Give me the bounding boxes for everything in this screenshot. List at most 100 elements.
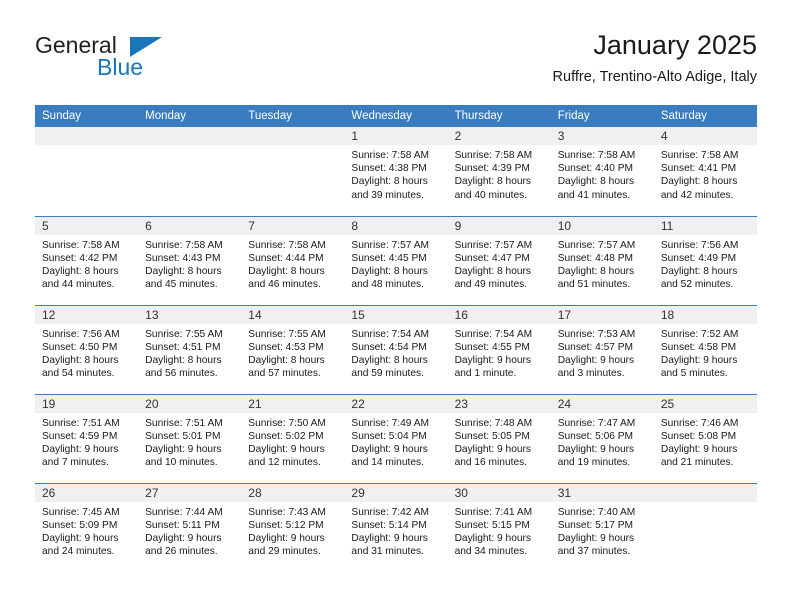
daylight-text-line1: Daylight: 9 hours <box>660 443 738 455</box>
day-cell[interactable]: 6 Sunrise: 7:58 AM Sunset: 4:43 PM Daylight… <box>138 215 242 305</box>
day-number: 17 <box>550 305 654 324</box>
sunrise-text: Sunrise: 7:56 AM <box>660 239 739 251</box>
sunrise-text: Sunrise: 7:43 AM <box>248 506 326 518</box>
calendar-body: 1 Sunrise: 7:58 AM Sunset: 4:38 PM Daylight… <box>35 127 757 572</box>
day-number: 11 <box>653 216 757 235</box>
weekday-header-wednesday: Wednesday <box>344 105 448 127</box>
day-cell[interactable]: 24 Sunrise: 7:47 AM Sunset: 5:06 PM Dayligh… <box>550 393 654 483</box>
sunset-text: Sunset: 5:04 PM <box>351 430 427 442</box>
weekday-header-tuesday: Tuesday <box>241 105 345 127</box>
sunset-text: Sunset: 5:15 PM <box>454 519 530 531</box>
daylight-text-line2: and 42 minutes. <box>660 189 734 201</box>
day-number: 27 <box>138 483 242 502</box>
day-cell[interactable]: 25 Sunrise: 7:46 AM Sunset: 5:08 PM Dayligh… <box>653 393 757 483</box>
day-cell[interactable]: 16 Sunrise: 7:54 AM Sunset: 4:55 PM Dayligh… <box>447 304 551 394</box>
day-details: Sunrise: 7:45 AM Sunset: 5:09 PM Daylight:… <box>35 502 138 559</box>
day-number: 18 <box>653 305 757 324</box>
day-number: 7 <box>241 216 345 235</box>
calendar-week-row: 1 Sunrise: 7:58 AM Sunset: 4:38 PM Daylight… <box>35 127 757 216</box>
day-cell[interactable]: 11 Sunrise: 7:56 AM Sunset: 4:49 PM Dayligh… <box>653 215 757 305</box>
sunset-text: Sunset: 5:06 PM <box>557 430 634 442</box>
daylight-text-line2: and 56 minutes. <box>145 368 218 380</box>
sunset-text: Sunset: 4:48 PM <box>557 252 634 264</box>
sunrise-text: Sunrise: 7:50 AM <box>248 417 326 429</box>
day-cell[interactable]: 26 Sunrise: 7:45 AM Sunset: 5:09 PM Dayligh… <box>35 482 139 572</box>
day-details: Sunrise: 7:51 AM Sunset: 5:01 PM Daylight:… <box>138 413 241 470</box>
sunrise-text: Sunrise: 7:58 AM <box>454 150 533 161</box>
weekday-header-sunday: Sunday <box>35 105 139 127</box>
day-cell[interactable]: 29 Sunrise: 7:42 AM Sunset: 5:14 PM Dayligh… <box>344 482 448 572</box>
day-cell[interactable]: 9 Sunrise: 7:57 AM Sunset: 4:47 PM Daylight… <box>447 215 551 305</box>
day-cell[interactable]: 14 Sunrise: 7:55 AM Sunset: 4:53 PM Dayligh… <box>241 304 345 394</box>
sunrise-text: Sunrise: 7:55 AM <box>145 328 223 340</box>
daylight-text-line1: Daylight: 8 hours <box>42 265 119 277</box>
day-cell[interactable]: 28 Sunrise: 7:43 AM Sunset: 5:12 PM Dayligh… <box>241 482 345 572</box>
daylight-text-line1: Daylight: 9 hours <box>557 532 635 544</box>
sunrise-text: Sunrise: 7:54 AM <box>351 328 430 340</box>
day-cell[interactable]: 19 Sunrise: 7:51 AM Sunset: 4:59 PM Dayligh… <box>35 393 139 483</box>
brand-logo[interactable]: General Blue <box>35 28 235 88</box>
sunset-text: Sunset: 4:43 PM <box>145 252 221 264</box>
daylight-text-line1: Daylight: 9 hours <box>248 532 325 544</box>
day-cell[interactable]: 5 Sunrise: 7:58 AM Sunset: 4:42 PM Daylight… <box>35 215 139 305</box>
day-cell[interactable]: 21 Sunrise: 7:50 AM Sunset: 5:02 PM Dayligh… <box>241 393 345 483</box>
day-number: 2 <box>447 127 551 145</box>
daylight-text-line2: and 57 minutes. <box>248 368 321 380</box>
day-cell[interactable]: 27 Sunrise: 7:44 AM Sunset: 5:11 PM Dayligh… <box>138 482 242 572</box>
sunset-text: Sunset: 4:47 PM <box>454 252 530 264</box>
sunrise-text: Sunrise: 7:41 AM <box>454 506 533 518</box>
day-cell[interactable]: 8 Sunrise: 7:57 AM Sunset: 4:45 PM Daylight… <box>344 215 448 305</box>
sunset-text: Sunset: 4:59 PM <box>42 430 118 442</box>
day-number: 1 <box>344 127 448 145</box>
sunrise-text: Sunrise: 7:56 AM <box>42 328 120 340</box>
sunrise-text: Sunrise: 7:42 AM <box>351 506 430 518</box>
day-details: Sunrise: 7:43 AM Sunset: 5:12 PM Daylight:… <box>241 502 344 559</box>
daylight-text-line2: and 24 minutes. <box>42 546 115 558</box>
daylight-text-line2: and 3 minutes. <box>557 368 625 380</box>
daylight-text-line2: and 49 minutes. <box>454 279 528 291</box>
sunrise-text: Sunrise: 7:57 AM <box>351 239 430 251</box>
sunset-text: Sunset: 4:44 PM <box>248 252 324 264</box>
sunrise-text: Sunrise: 7:58 AM <box>248 239 326 251</box>
day-cell[interactable]: 2 Sunrise: 7:58 AM Sunset: 4:39 PM Daylight… <box>447 127 551 216</box>
daylight-text-line2: and 31 minutes. <box>351 546 424 558</box>
day-cell[interactable]: 23 Sunrise: 7:48 AM Sunset: 5:05 PM Dayligh… <box>447 393 551 483</box>
sunrise-text: Sunrise: 7:49 AM <box>351 417 430 429</box>
day-cell[interactable]: 13 Sunrise: 7:55 AM Sunset: 4:51 PM Dayligh… <box>138 304 242 394</box>
day-cell[interactable]: 18 Sunrise: 7:52 AM Sunset: 4:58 PM Dayligh… <box>653 304 757 394</box>
day-cell[interactable]: 12 Sunrise: 7:56 AM Sunset: 4:50 PM Dayligh… <box>35 304 139 394</box>
sunset-text: Sunset: 5:05 PM <box>454 430 530 442</box>
day-cell[interactable]: 22 Sunrise: 7:49 AM Sunset: 5:04 PM Dayligh… <box>344 393 448 483</box>
day-cell[interactable]: 30 Sunrise: 7:41 AM Sunset: 5:15 PM Dayligh… <box>447 482 551 572</box>
day-cell-empty <box>241 127 345 216</box>
day-number: 16 <box>447 305 551 324</box>
day-cell[interactable]: 1 Sunrise: 7:58 AM Sunset: 4:38 PM Daylight… <box>344 127 448 216</box>
day-number: 3 <box>550 127 654 145</box>
day-cell[interactable]: 15 Sunrise: 7:54 AM Sunset: 4:54 PM Dayligh… <box>344 304 448 394</box>
page-header: General Blue January 2025 Ruffre, Trenti… <box>35 28 757 94</box>
day-cell[interactable]: 10 Sunrise: 7:57 AM Sunset: 4:48 PM Dayligh… <box>550 215 654 305</box>
sunset-text: Sunset: 5:11 PM <box>145 519 220 531</box>
day-cell[interactable]: 17 Sunrise: 7:53 AM Sunset: 4:57 PM Dayligh… <box>550 304 654 394</box>
day-number: 10 <box>550 216 654 235</box>
day-cell[interactable]: 7 Sunrise: 7:58 AM Sunset: 4:44 PM Daylight… <box>241 215 345 305</box>
sunset-text: Sunset: 4:40 PM <box>557 163 634 175</box>
sunrise-text: Sunrise: 7:57 AM <box>454 239 533 251</box>
daylight-text-line1: Daylight: 8 hours <box>351 176 428 188</box>
day-details: Sunrise: 7:48 AM Sunset: 5:05 PM Daylight:… <box>448 413 551 470</box>
day-cell[interactable]: 31 Sunrise: 7:40 AM Sunset: 5:17 PM Dayligh… <box>550 482 654 572</box>
weekday-header-saturday: Saturday <box>653 105 757 127</box>
calendar-week-row: 26 Sunrise: 7:45 AM Sunset: 5:09 PM Dayligh… <box>35 482 757 572</box>
sunrise-text: Sunrise: 7:51 AM <box>42 417 120 429</box>
day-cell[interactable]: 20 Sunrise: 7:51 AM Sunset: 5:01 PM Dayligh… <box>138 393 242 483</box>
calendar-week-row: 19 Sunrise: 7:51 AM Sunset: 4:59 PM Dayligh… <box>35 393 757 483</box>
day-details: Sunrise: 7:55 AM Sunset: 4:51 PM Daylight:… <box>138 324 241 381</box>
day-number: 6 <box>138 216 242 235</box>
day-number: 5 <box>35 216 139 235</box>
sunrise-text: Sunrise: 7:53 AM <box>557 328 636 340</box>
day-cell[interactable]: 3 Sunrise: 7:58 AM Sunset: 4:40 PM Daylight… <box>550 127 654 216</box>
day-cell[interactable]: 4 Sunrise: 7:58 AM Sunset: 4:41 PM Daylight… <box>653 127 757 216</box>
sunset-text: Sunset: 4:45 PM <box>351 252 427 264</box>
daylight-text-line1: Daylight: 8 hours <box>660 176 738 188</box>
daylight-text-line1: Daylight: 8 hours <box>351 354 428 366</box>
